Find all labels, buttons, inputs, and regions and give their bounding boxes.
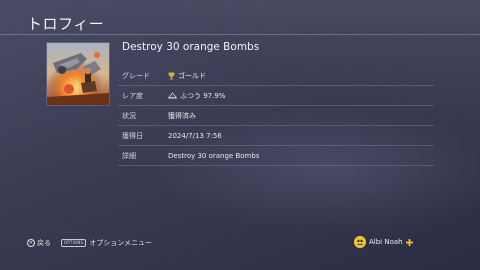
user-name: Albi Noah bbox=[369, 238, 403, 246]
button-guide: ✕ 戻る OPTIONS オプションメニュー bbox=[27, 238, 152, 248]
gold-trophy-icon bbox=[168, 72, 175, 80]
options-menu-label[interactable]: オプションメニュー bbox=[89, 238, 152, 248]
detail-value: ゴールド bbox=[168, 71, 206, 81]
rarity-common-icon bbox=[168, 92, 177, 99]
detail-label: 獲得日 bbox=[122, 131, 143, 140]
detail-row-date: 獲得日 2024/7/13 7:56 bbox=[118, 126, 434, 146]
trophy-details: グレード ゴールド レア度 ふつう 97.9% 状況 獲得済み 獲得日 2024… bbox=[118, 66, 434, 166]
detail-value: ふつう 97.9% bbox=[168, 91, 225, 101]
playstation-plus-icon bbox=[405, 238, 413, 246]
rarity-value: ふつう 97.9% bbox=[180, 91, 226, 100]
cross-button-icon: ✕ bbox=[27, 239, 35, 247]
detail-label: 状況 bbox=[122, 111, 136, 120]
detail-label: レア度 bbox=[122, 91, 143, 100]
detail-row-status: 状況 獲得済み bbox=[118, 106, 434, 126]
detail-label: グレード bbox=[122, 71, 150, 80]
trophy-image bbox=[46, 42, 110, 106]
detail-row-description: 詳細 Destroy 30 orange Bombs bbox=[118, 146, 434, 166]
grade-value: ゴールド bbox=[178, 71, 206, 80]
detail-row-grade: グレード ゴールド bbox=[118, 66, 434, 86]
header-divider bbox=[0, 34, 480, 35]
description-value: Destroy 30 orange Bombs bbox=[168, 151, 260, 160]
user-info: Albi Noah bbox=[354, 236, 413, 248]
page-title: トロフィー bbox=[27, 15, 105, 33]
status-value: 獲得済み bbox=[168, 111, 196, 120]
back-label[interactable]: 戻る bbox=[37, 238, 51, 248]
options-button-icon: OPTIONS bbox=[61, 239, 87, 247]
avatar bbox=[354, 236, 366, 248]
trophy-name: Destroy 30 orange Bombs bbox=[122, 41, 260, 53]
detail-row-rarity: レア度 ふつう 97.9% bbox=[118, 86, 434, 106]
detail-label: 詳細 bbox=[122, 151, 136, 160]
earned-date-value: 2024/7/13 7:56 bbox=[168, 131, 222, 140]
